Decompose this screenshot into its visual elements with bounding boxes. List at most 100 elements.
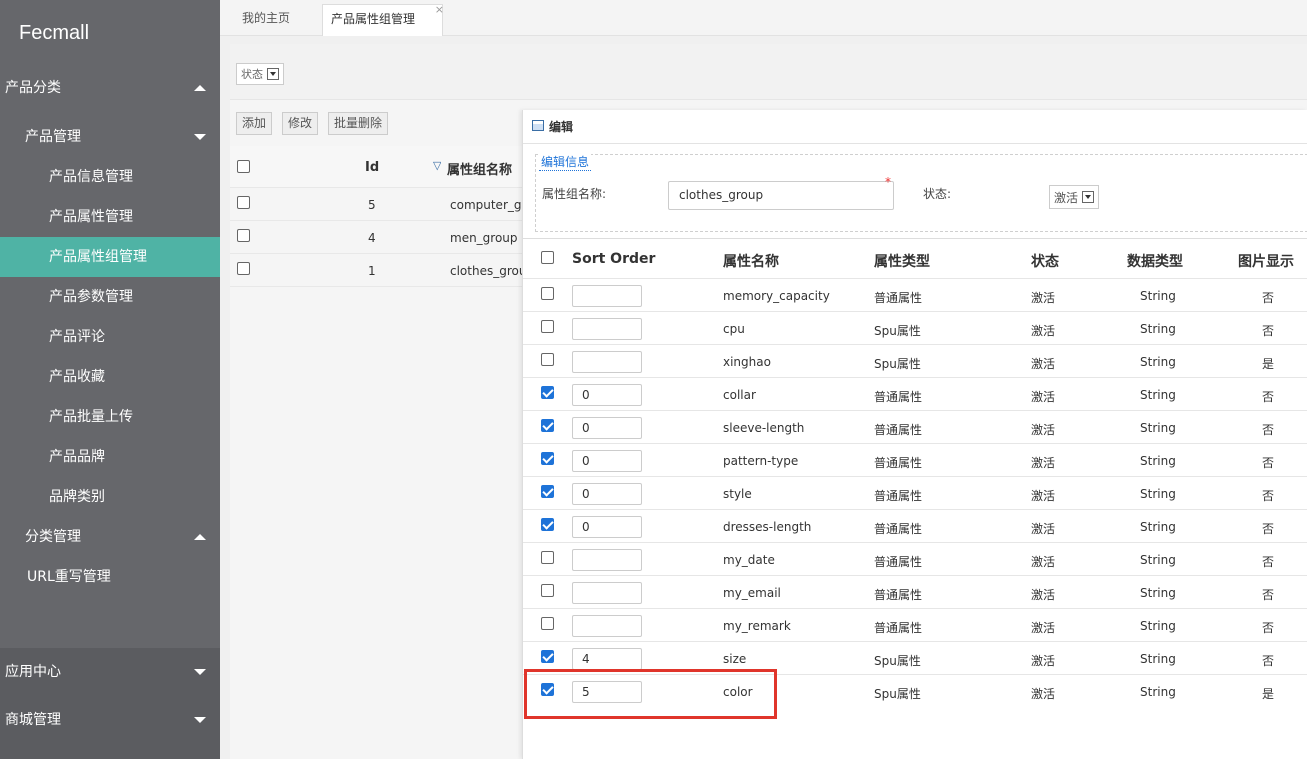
attribute-checkbox[interactable] [541,518,554,531]
group-name-label: 属性组名称: [542,187,607,201]
attribute-checkbox[interactable] [541,452,554,465]
attribute-data-type: String [1140,289,1176,303]
table-row[interactable]: cpu Spu属性 激活 String 否 [523,311,1307,344]
sidebar-item-product-batch-upload[interactable]: 产品批量上传 [0,397,220,437]
attribute-name: xinghao [723,355,771,369]
column-header-name[interactable]: 属性组名称 [447,159,512,178]
attribute-status: 激活 [1031,489,1056,503]
sidebar-item-label: 产品分类 [5,80,61,96]
sort-order-input[interactable]: 0 [572,384,642,406]
tab-home[interactable]: 我的主页 [234,4,298,36]
column-header-id[interactable]: Id [365,160,379,175]
attribute-type: Spu属性 [874,687,921,701]
sort-order-input[interactable]: 0 [572,516,642,538]
sort-order-input[interactable]: 0 [572,450,642,472]
sidebar-item-brand-category[interactable]: 品牌类别 [0,477,220,517]
attribute-image-display: 否 [1262,654,1275,668]
sort-order-input[interactable] [572,615,642,637]
fieldset-legend: 编辑信息 [539,153,592,171]
sidebar-item-product-brand[interactable]: 产品品牌 [0,437,220,477]
table-row[interactable]: 0 style 普通属性 激活 String 否 [523,476,1307,509]
row-checkbox[interactable] [237,262,250,275]
attribute-checkbox[interactable] [541,650,554,663]
select-all-checkbox[interactable] [237,160,250,173]
sort-order-input[interactable] [572,582,642,604]
attribute-name: cpu [723,322,745,336]
sidebar-item-category-management[interactable]: 分类管理 [0,517,220,557]
attribute-checkbox[interactable] [541,551,554,564]
select-all-attributes-checkbox[interactable] [541,251,554,264]
sidebar-item-product-management[interactable]: 产品管理 [0,117,220,157]
attribute-checkbox[interactable] [541,353,554,366]
row-checkbox[interactable] [237,229,250,242]
attribute-type: 普通属性 [874,555,923,569]
sidebar-item-app-center[interactable]: 应用中心 [0,652,220,692]
sort-order-input[interactable] [572,549,642,571]
attribute-image-display: 否 [1262,291,1275,305]
sidebar-item-label: 产品属性组管理 [49,249,147,265]
status-select[interactable]: 激活 [1049,185,1100,209]
sidebar-item-url-rewrite[interactable]: URL重写管理 [0,557,220,597]
sidebar-item-product-favorites[interactable]: 产品收藏 [0,357,220,397]
sort-order-input[interactable]: 4 [572,648,642,670]
attribute-checkbox[interactable] [541,617,554,630]
table-row[interactable]: 0 sleeve-length 普通属性 激活 String 否 [523,410,1307,443]
sidebar-item-product-info[interactable]: 产品信息管理 [0,157,220,197]
sort-order-input[interactable] [572,351,642,373]
sidebar-item-product-attribute[interactable]: 产品属性管理 [0,197,220,237]
table-row[interactable]: xinghao Spu属性 激活 String 是 [523,344,1307,377]
attribute-status: 激活 [1031,687,1056,701]
attribute-status: 激活 [1031,522,1056,536]
table-row[interactable]: 0 collar 普通属性 激活 String 否 [523,377,1307,410]
sort-arrow-icon: ▽ [433,159,442,172]
attribute-type: 普通属性 [874,621,923,635]
sidebar-item-label: 品牌类别 [49,489,105,505]
row-name: computer_group [450,198,525,212]
table-row[interactable]: 1 clothes_group [230,254,525,287]
edit-button[interactable]: 修改 [282,112,319,135]
attribute-name: my_remark [723,619,791,633]
attribute-type: 普通属性 [874,390,923,404]
add-button[interactable]: 添加 [236,112,273,135]
tab-attribute-group[interactable]: 产品属性组管理 × [322,3,444,36]
attribute-status: 激活 [1031,423,1056,437]
attribute-checkbox[interactable] [541,386,554,399]
table-icon [532,120,544,131]
attribute-name: pattern-type [723,454,799,468]
attribute-image-display: 否 [1262,621,1275,635]
table-row[interactable]: my_remark 普通属性 激活 String 否 [523,608,1307,641]
sort-order-input[interactable] [572,318,642,340]
sidebar-item-label: URL重写管理 [27,569,111,585]
table-row[interactable]: 0 pattern-type 普通属性 激活 String 否 [523,443,1307,476]
table-row[interactable]: my_email 普通属性 激活 String 否 [523,575,1307,608]
attribute-checkbox[interactable] [541,419,554,432]
attribute-data-type: String [1140,388,1176,402]
sort-order-input[interactable]: 0 [572,417,642,439]
attribute-checkbox[interactable] [541,320,554,333]
attribute-status: 激活 [1031,291,1056,305]
sidebar-item-mall-management[interactable]: 商城管理 [0,700,220,740]
sidebar-item-product-params[interactable]: 产品参数管理 [0,277,220,317]
table-row[interactable]: 4 men_group [230,221,525,254]
row-id: 5 [368,198,376,212]
app-logo: Fecmall [19,22,90,44]
sidebar-item-product-category[interactable]: 产品分类 [0,68,220,108]
sort-order-input[interactable] [572,285,642,307]
sort-order-input[interactable]: 0 [572,483,642,505]
attribute-checkbox[interactable] [541,287,554,300]
attribute-checkbox[interactable] [541,584,554,597]
table-row[interactable]: memory_capacity 普通属性 激活 String 否 [523,278,1307,311]
table-row[interactable]: 0 dresses-length 普通属性 激活 String 否 [523,509,1307,542]
sidebar-item-product-attribute-group[interactable]: 产品属性组管理 [0,237,220,277]
close-icon[interactable]: × [435,0,444,24]
status-filter-select[interactable]: 状态 [236,63,284,85]
row-id: 4 [368,231,376,245]
sidebar-item-product-reviews[interactable]: 产品评论 [0,317,220,357]
table-row[interactable]: my_date 普通属性 激活 String 否 [523,542,1307,575]
row-checkbox[interactable] [237,196,250,209]
batch-delete-button[interactable]: 批量删除 [328,112,389,135]
table-row[interactable]: 5 computer_group [230,188,525,221]
group-name-input[interactable]: clothes_group [668,181,894,210]
attribute-checkbox[interactable] [541,485,554,498]
column-header-data-type: 数据类型 [1127,254,1183,270]
